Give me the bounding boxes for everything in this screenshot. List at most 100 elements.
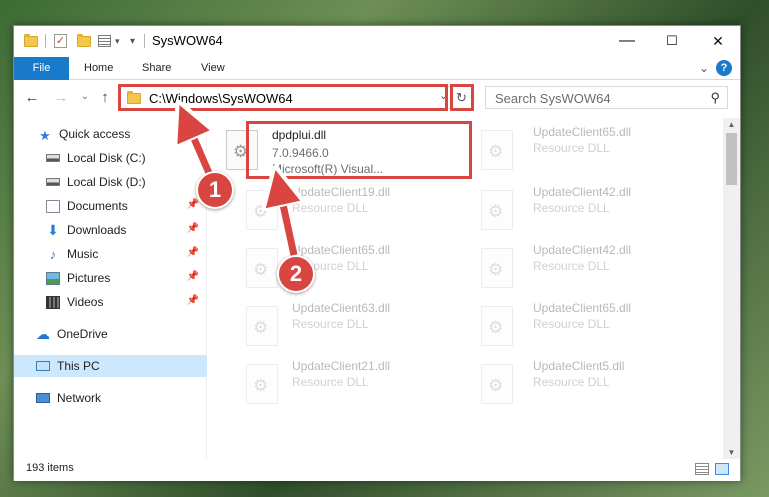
sidebar-item-pictures[interactable]: Pictures 📌 [14, 267, 207, 289]
checkmark-icon[interactable]: ✓ [54, 34, 67, 48]
address-highlight-box [118, 84, 448, 111]
file-type: Resource DLL [533, 201, 610, 215]
dll-file-icon [246, 190, 278, 230]
tab-home[interactable]: Home [84, 57, 113, 80]
file-type: Resource DLL [533, 317, 610, 331]
properties-icon[interactable] [98, 35, 111, 47]
sidebar-item-label: Documents [67, 199, 128, 213]
step-1-badge: 1 [196, 171, 234, 209]
file-name: UpdateClient19.dll [292, 185, 391, 199]
details-view-icon[interactable] [695, 463, 709, 475]
maximize-button[interactable]: ☐ [649, 26, 695, 56]
file-tile[interactable]: UpdateClient42.dll Resource DLL [453, 184, 679, 242]
tab-file[interactable]: File [14, 57, 69, 80]
recent-locations-icon[interactable]: ⌄ [76, 91, 94, 102]
file-tile[interactable]: UpdateClient42.dll Resource DLL [453, 242, 679, 300]
search-icon[interactable]: ⚲ [710, 90, 720, 106]
cloud-icon: ☁ [36, 325, 50, 342]
toolbar-dropdown-icon[interactable]: ▾ [115, 36, 120, 47]
toolbar-divider [45, 34, 46, 48]
refresh-highlight-box [450, 84, 474, 111]
quick-access-toolbar [24, 33, 38, 49]
sidebar-item-label: Local Disk (D:) [67, 175, 146, 189]
download-icon: ⬇ [47, 221, 59, 238]
file-tile[interactable]: UpdateClient65.dll Resource DLL [453, 124, 679, 182]
pin-icon[interactable]: 📌 [187, 199, 199, 210]
sidebar-item-label: Local Disk (C:) [67, 151, 146, 165]
file-name: UpdateClient42.dll [533, 243, 632, 257]
folder-icon[interactable] [24, 33, 38, 47]
dll-file-icon [481, 130, 513, 170]
toolbar-divider [144, 34, 145, 48]
file-tile[interactable]: UpdateClient65.dll Resource DLL [453, 300, 679, 358]
dll-file-icon [246, 306, 278, 346]
tab-view[interactable]: View [201, 57, 225, 80]
scroll-up-icon[interactable]: ▲ [723, 120, 740, 129]
sidebar-item-videos[interactable]: Videos 📌 [14, 291, 207, 313]
close-button[interactable]: ✕ [695, 26, 741, 56]
ribbon: File Home Share View ⌄ ? [14, 57, 740, 80]
dll-file-icon [246, 364, 278, 404]
pin-icon[interactable]: 📌 [187, 295, 199, 306]
picture-icon [46, 271, 60, 285]
document-icon [46, 199, 60, 213]
scroll-down-icon[interactable]: ▼ [723, 448, 740, 457]
navigation-bar: ← → ⌄ ↑ C:\Windows\SysWOW64 ⌄ ↻ Search S… [14, 80, 740, 117]
back-arrow-icon[interactable]: ← [23, 89, 41, 106]
sidebar-item-music[interactable]: ♪ Music 📌 [14, 243, 207, 265]
video-icon [46, 295, 60, 309]
file-type: Resource DLL [292, 201, 369, 215]
pin-icon[interactable]: 📌 [187, 271, 199, 282]
sidebar-item-label: Videos [67, 295, 104, 309]
dll-file-icon [481, 364, 513, 404]
search-placeholder: Search SysWOW64 [495, 91, 611, 106]
dll-file-icon [481, 248, 513, 288]
expand-ribbon-icon[interactable]: ⌄ [699, 61, 709, 75]
file-tile[interactable]: UpdateClient65.dll Resource DLL [218, 242, 444, 300]
file-tile[interactable]: UpdateClient19.dll Resource DLL [218, 184, 444, 242]
star-icon: ★ [39, 127, 51, 143]
sidebar-item-label: Downloads [67, 223, 127, 237]
sidebar-item-documents[interactable]: Documents 📌 [14, 195, 207, 217]
minimize-button[interactable]: — [604, 26, 650, 56]
file-type: Resource DLL [533, 141, 610, 155]
file-type: Resource DLL [292, 317, 369, 331]
forward-arrow-icon[interactable]: → [52, 89, 70, 106]
file-type: Resource DLL [533, 375, 610, 389]
dll-file-icon [246, 248, 278, 288]
new-folder-icon[interactable] [77, 33, 91, 47]
sidebar-item-local-disk-c[interactable]: Local Disk (C:) [14, 147, 207, 169]
sidebar-item-local-disk-d[interactable]: Local Disk (D:) [14, 171, 207, 193]
network-icon [36, 393, 50, 403]
scrollbar-thumb[interactable] [726, 133, 737, 185]
file-tile[interactable]: UpdateClient5.dll Resource DLL [453, 358, 679, 416]
music-icon: ♪ [49, 246, 57, 262]
tab-share[interactable]: Share [142, 57, 171, 80]
dll-file-icon [481, 306, 513, 346]
file-tile[interactable]: UpdateClient21.dll Resource DLL [218, 358, 444, 416]
file-name: UpdateClient65.dll [533, 125, 632, 139]
sidebar-item-this-pc[interactable]: This PC [14, 355, 207, 377]
vertical-scrollbar[interactable]: ▲ ▼ [723, 118, 740, 459]
sidebar-item-downloads[interactable]: ⬇ Downloads 📌 [14, 219, 207, 241]
search-input[interactable]: Search SysWOW64 ⚲ [485, 86, 728, 109]
file-tile[interactable]: UpdateClient63.dll Resource DLL [218, 300, 444, 358]
computer-icon [36, 361, 50, 371]
pin-icon[interactable]: 📌 [187, 223, 199, 234]
up-arrow-icon[interactable]: ↑ [96, 89, 114, 106]
sidebar-item-network[interactable]: Network [14, 387, 207, 409]
file-name: UpdateClient65.dll [292, 243, 391, 257]
large-icons-view-icon[interactable] [715, 463, 729, 475]
disk-icon [46, 178, 60, 186]
file-type: Resource DLL [292, 375, 369, 389]
customize-toolbar-icon[interactable]: ▾ [130, 36, 135, 47]
file-name: UpdateClient21.dll [292, 359, 391, 373]
dll-file-icon [481, 190, 513, 230]
sidebar-item-label: OneDrive [57, 327, 108, 341]
sidebar-item-quick-access[interactable]: ★ Quick access [14, 123, 207, 145]
explorer-window: ✓ ▾ ▾ SysWOW64 — ☐ ✕ File Home Share Vie… [13, 25, 741, 481]
pin-icon[interactable]: 📌 [187, 247, 199, 258]
navigation-pane: ★ Quick access Local Disk (C:) Local Dis… [14, 118, 207, 459]
sidebar-item-onedrive[interactable]: ☁ OneDrive [14, 323, 207, 345]
help-icon[interactable]: ? [716, 60, 732, 76]
